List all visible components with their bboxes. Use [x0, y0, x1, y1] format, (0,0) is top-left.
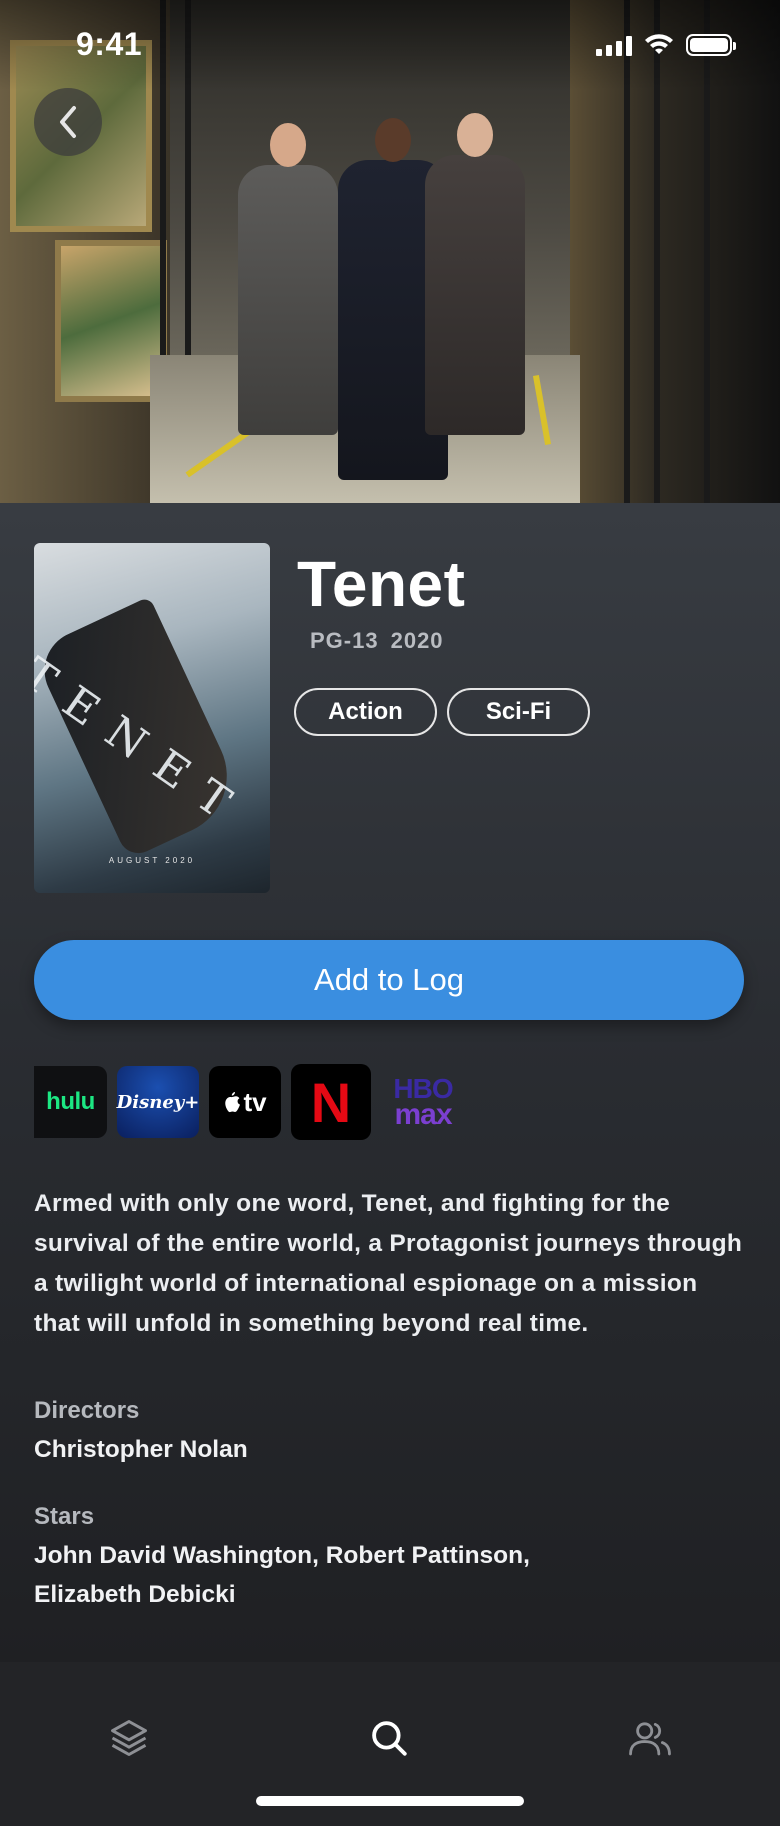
movie-description: Armed with only one word, Tenet, and fig…: [34, 1190, 743, 1337]
status-bar: 9:41: [0, 0, 780, 100]
apple-tv-logo[interactable]: tv: [209, 1066, 281, 1138]
apple-icon: [225, 1092, 241, 1113]
directors-label: Directors: [34, 1397, 140, 1424]
chevron-left-icon: [60, 106, 76, 138]
status-time: 9:41: [76, 26, 143, 62]
status-icons: [596, 34, 736, 56]
add-to-log-button[interactable]: Add to Log: [34, 940, 744, 1020]
netflix-logo[interactable]: N: [291, 1064, 371, 1140]
battery-icon: [686, 34, 736, 56]
streaming-services: hulu Disney+ tv N HBO max: [34, 1064, 465, 1140]
disney-plus-logo[interactable]: Disney+: [117, 1066, 199, 1138]
movie-meta: PG-13 2020: [310, 628, 444, 654]
layers-icon: [111, 1720, 147, 1756]
movie-title: Tenet: [297, 548, 466, 620]
genre-chip-scifi[interactable]: Sci-Fi: [447, 688, 590, 736]
tab-friends[interactable]: [618, 1706, 682, 1770]
movie-year: 2020: [390, 628, 444, 653]
users-icon: [629, 1722, 671, 1756]
genre-chips: Action Sci-Fi: [294, 688, 590, 736]
directors-value: Christopher Nolan: [34, 1436, 248, 1463]
wifi-icon: [645, 34, 673, 54]
genre-chip-action[interactable]: Action: [294, 688, 437, 736]
movie-poster: TENET AUGUST 2020: [34, 543, 270, 893]
stars-label: Stars: [34, 1503, 95, 1530]
hulu-logo[interactable]: hulu: [34, 1066, 107, 1138]
cellular-signal-icon: [596, 34, 632, 56]
hbo-max-logo[interactable]: HBO max: [381, 1066, 465, 1138]
stars-value: John David Washington, Robert Pattinson,…: [34, 1542, 530, 1608]
search-icon: [372, 1721, 407, 1756]
home-indicator: [256, 1796, 524, 1806]
movie-rating: PG-13: [310, 628, 379, 653]
tab-search[interactable]: [357, 1706, 421, 1770]
tab-log[interactable]: [97, 1706, 161, 1770]
poster-date: AUGUST 2020: [108, 856, 196, 865]
back-button[interactable]: [34, 88, 102, 156]
